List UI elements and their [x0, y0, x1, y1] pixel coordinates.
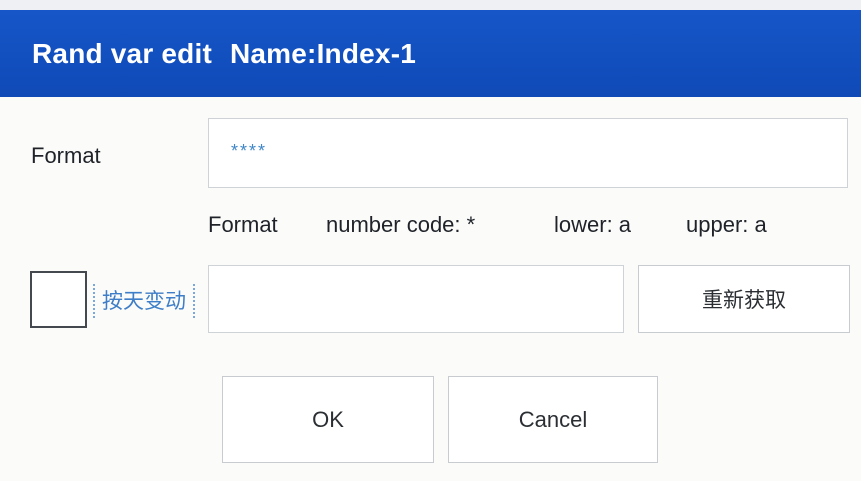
- window-top-strip: [0, 0, 861, 10]
- ok-button[interactable]: OK: [222, 376, 434, 463]
- rand-var-edit-dialog: Rand var edit Name:Index-1 Format **** Fo…: [0, 0, 861, 481]
- refresh-button[interactable]: 重新获取: [638, 265, 850, 333]
- daily-change-checkbox[interactable]: [30, 271, 87, 328]
- format-placeholder: ****: [231, 141, 268, 161]
- format-label: Format: [31, 143, 101, 168]
- hint-lower: lower: a: [554, 212, 632, 237]
- dialog-title-text: Rand var edit: [32, 37, 212, 69]
- dialog-title-bar: Rand var edit Name:Index-1: [0, 10, 861, 97]
- hint-format-label: Format: [208, 212, 278, 237]
- dialog-title: Rand var edit Name:Index-1: [32, 38, 416, 70]
- dialog-name-text: Name:Index-1: [229, 37, 416, 69]
- format-hint-row: Format number code: * lower: a upper: a: [208, 212, 828, 242]
- hint-number-code: number code: *: [326, 212, 476, 237]
- format-input[interactable]: ****: [208, 118, 848, 188]
- hint-upper: upper: a: [686, 212, 767, 237]
- cancel-button[interactable]: Cancel: [448, 376, 658, 463]
- daily-change-label[interactable]: 按天变动: [93, 284, 195, 318]
- generated-value-field[interactable]: [208, 265, 624, 333]
